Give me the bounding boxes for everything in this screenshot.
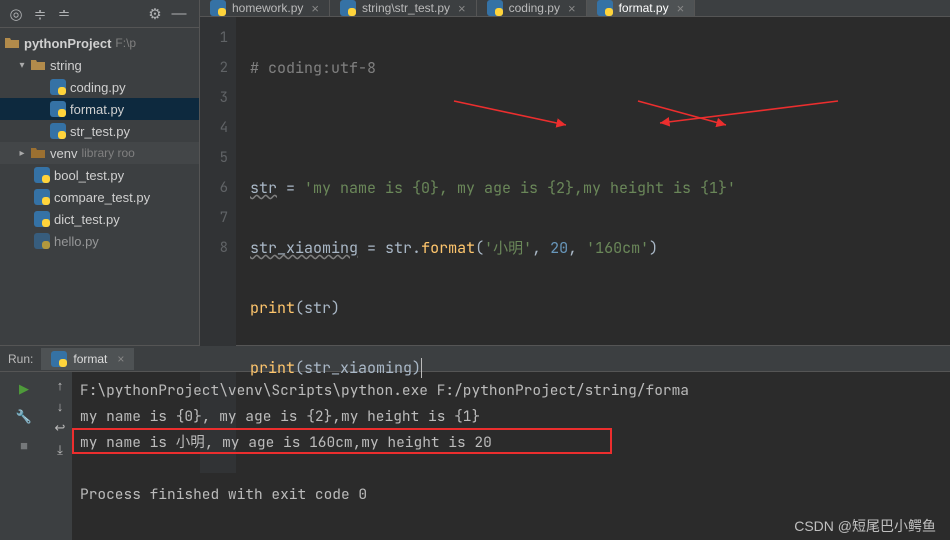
tree-folder-venv[interactable]: ▸ venv library roo: [0, 142, 199, 164]
project-toolbar: ◎ ≑ ≐ ⚙ —: [0, 0, 199, 28]
python-file-icon: [50, 79, 66, 95]
stop-icon[interactable]: ■: [13, 434, 35, 456]
python-file-icon: [51, 351, 67, 367]
collapse-icon[interactable]: ≐: [54, 4, 74, 24]
folder-icon: [30, 57, 46, 73]
chevron-down-icon: ▾: [16, 60, 28, 71]
python-file-icon: [210, 0, 226, 16]
tree-file[interactable]: bool_test.py: [0, 164, 199, 186]
tree-file[interactable]: str_test.py: [0, 120, 199, 142]
close-icon[interactable]: ×: [458, 1, 466, 16]
python-file-icon: [597, 0, 613, 16]
python-file-icon: [50, 123, 66, 139]
run-console[interactable]: F:\pythonProject\venv\Scripts\python.exe…: [72, 372, 950, 540]
gear-icon[interactable]: ⚙: [145, 4, 165, 24]
project-tree: pythonProject F:\p ▾ string coding.py fo…: [0, 28, 199, 256]
python-file-icon: [34, 189, 50, 205]
console-line: Process finished with exit code 0: [80, 482, 942, 508]
scroll-end-icon[interactable]: ⤓: [57, 442, 63, 458]
wrap-icon[interactable]: ↩: [55, 420, 66, 436]
tab-strtest[interactable]: string\str_test.py ×: [330, 0, 477, 16]
editor-tab-bar: homework.py × string\str_test.py × codin…: [200, 0, 950, 17]
run-tool-gutter: ▶ 🔧 ■: [0, 372, 48, 540]
close-icon[interactable]: ×: [311, 1, 319, 16]
tree-file[interactable]: dict_test.py: [0, 208, 199, 230]
close-icon[interactable]: ×: [568, 1, 576, 16]
tree-file[interactable]: hello.py: [0, 230, 199, 252]
tree-root[interactable]: pythonProject F:\p: [0, 32, 199, 54]
console-line: my name is {0}, my age is {2},my height …: [80, 404, 942, 430]
tree-file[interactable]: coding.py: [0, 76, 199, 98]
run-nav-gutter: ↑ ↓ ↩ ⤓: [48, 372, 72, 540]
python-file-icon: [50, 101, 66, 117]
run-play-icon[interactable]: ▶: [13, 378, 35, 400]
python-file-icon: [34, 211, 50, 227]
root-label: pythonProject: [24, 36, 111, 51]
run-tab[interactable]: format ×: [41, 348, 134, 370]
tree-file[interactable]: compare_test.py: [0, 186, 199, 208]
python-file-icon: [34, 167, 50, 183]
wrench-icon[interactable]: 🔧: [13, 406, 35, 428]
hide-icon[interactable]: —: [169, 4, 189, 24]
close-icon[interactable]: ×: [677, 1, 685, 16]
chevron-right-icon: ▸: [16, 148, 28, 159]
python-file-icon: [487, 0, 503, 16]
arrow-up-icon[interactable]: ↑: [57, 378, 64, 393]
project-panel: ◎ ≑ ≐ ⚙ — pythonProject F:\p ▾ string: [0, 0, 200, 345]
tab-homework[interactable]: homework.py ×: [200, 0, 330, 16]
tab-format[interactable]: format.py ×: [587, 0, 696, 16]
tab-coding[interactable]: coding.py ×: [477, 0, 587, 16]
arrow-down-icon[interactable]: ↓: [57, 399, 64, 414]
folder-icon: [4, 35, 20, 51]
run-title: Run:: [8, 352, 33, 366]
close-icon[interactable]: ×: [117, 352, 124, 366]
run-panel: Run: format × ▶ 🔧 ■ ↑ ↓ ↩ ⤓ F:\pythonPro…: [0, 345, 950, 540]
watermark: CSDN @短尾巴小鳄鱼: [794, 516, 936, 536]
editor-area: homework.py × string\str_test.py × codin…: [200, 0, 950, 345]
library-folder-icon: [30, 145, 46, 161]
python-file-icon: [34, 233, 50, 249]
target-icon[interactable]: ◎: [6, 4, 26, 24]
console-line: F:\pythonProject\venv\Scripts\python.exe…: [80, 378, 942, 404]
tree-folder-string[interactable]: ▾ string: [0, 54, 199, 76]
tree-file-selected[interactable]: format.py: [0, 98, 199, 120]
highlight-box: [72, 428, 612, 454]
python-file-icon: [340, 0, 356, 16]
expand-icon[interactable]: ≑: [30, 4, 50, 24]
